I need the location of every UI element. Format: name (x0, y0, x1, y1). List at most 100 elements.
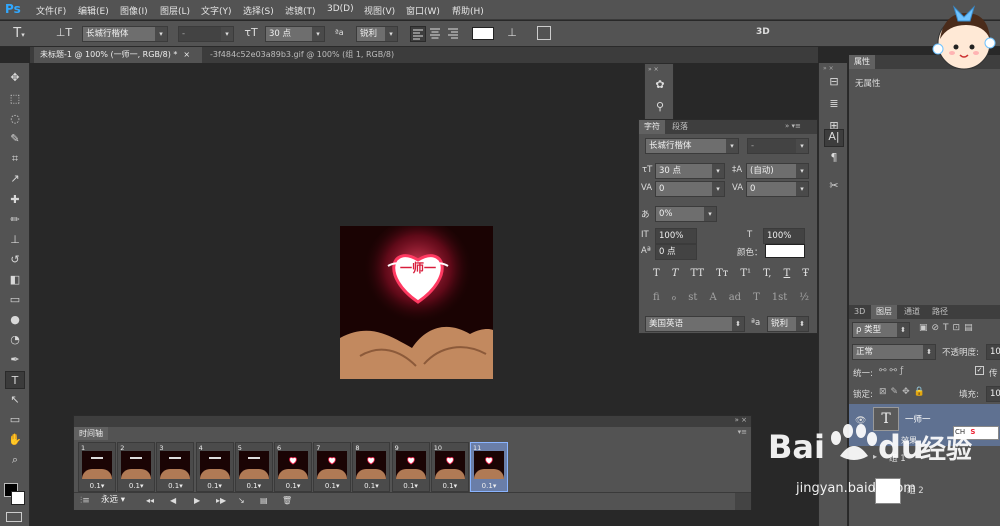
tab-paragraph[interactable]: 段落 (667, 120, 693, 134)
loop-select[interactable]: 永远 ▾ (98, 495, 136, 508)
superscript-button[interactable]: T¹ (740, 268, 751, 279)
tab-gif-document[interactable]: -3f484c52e03a89b3.gif @ 100% (组 1, RGB/8… (204, 47, 414, 75)
tab-properties[interactable]: 属性 (849, 55, 875, 69)
menu-file[interactable]: 文件(F) (36, 4, 66, 17)
font-style-select[interactable]: - ▾ (178, 26, 234, 42)
tab-channels[interactable]: 通道 (899, 305, 925, 319)
tab-character[interactable]: 字符 (639, 120, 665, 134)
timeline-frame[interactable]: 1 0.1▾ (78, 442, 116, 492)
swash-button[interactable]: st (688, 292, 697, 303)
font-size-input[interactable]: 30 点 ▾ (265, 26, 325, 42)
dock-collapse-icon[interactable]: » × (823, 65, 834, 72)
underline-button[interactable]: T (784, 268, 791, 279)
frame-delay-select[interactable]: 0.1▾ (314, 482, 350, 490)
brush-tool-icon[interactable]: ✏ (5, 211, 25, 229)
subscript-button[interactable]: T, (763, 268, 771, 279)
timeline-frame[interactable]: 8 0.1▾ (352, 442, 391, 492)
text-color-swatch[interactable] (472, 27, 494, 40)
frame-delay-select[interactable]: 0.1▾ (157, 482, 193, 490)
type-tool-preset-icon[interactable]: T▾ (6, 26, 32, 41)
timeline-frame[interactable]: 5 0.1▾ (234, 442, 273, 492)
frame-delay-select[interactable]: 0.1▾ (236, 482, 272, 490)
char-tsume-input[interactable]: 0% ▾ (655, 206, 717, 222)
character-panel-icon[interactable]: A| (824, 129, 844, 147)
char-color-swatch[interactable] (765, 244, 805, 258)
timeline-frame[interactable]: 6 0.1▾ (274, 442, 312, 492)
hand-tool-icon[interactable]: ✋ (5, 431, 25, 449)
tab-timeline[interactable]: 时间轴 (74, 427, 108, 440)
timeline-frame[interactable]: 2 0.1▾ (117, 442, 156, 492)
menu-image[interactable]: 图像(I) (120, 4, 148, 17)
unify-icons[interactable]: ⚯⚯ƒ (879, 366, 906, 376)
collapse-icon[interactable]: » × (648, 66, 659, 73)
quick-mask-icon[interactable] (6, 512, 22, 522)
menu-type[interactable]: 文字(Y) (201, 4, 232, 17)
background-color-swatch[interactable] (11, 491, 25, 505)
timeline-frame[interactable]: 11 0.1▾ (470, 442, 508, 492)
small-caps-button[interactable]: Tт (716, 268, 728, 279)
char-horizontal-scale-input[interactable]: 100% (763, 228, 805, 244)
all-caps-button[interactable]: TT (690, 268, 704, 279)
timeline-frame[interactable]: 9 0.1▾ (391, 442, 430, 492)
paragraph-panel-icon[interactable]: ¶ (824, 151, 844, 169)
align-center-icon[interactable] (428, 26, 444, 42)
crop-tool-icon[interactable]: ⌗ (5, 150, 25, 168)
delete-frame-icon[interactable]: 🗑 (282, 496, 292, 505)
zoom-tool-icon[interactable]: ⌕ (5, 451, 25, 469)
lock-icons[interactable]: ⊠✎✥🔒 (879, 387, 929, 397)
char-font-style-select[interactable]: - ▾ (747, 138, 809, 154)
tools-preset-icon[interactable]: ✂ (824, 179, 844, 197)
eyedropper-tool-icon[interactable]: ↗ (5, 170, 25, 188)
blur-tool-icon[interactable]: ● (5, 311, 25, 329)
path-selection-tool-icon[interactable]: ↖ (5, 391, 25, 409)
lasso-tool-icon[interactable]: ◌ (5, 110, 25, 128)
char-font-family-select[interactable]: 长城行楷体 ▾ (645, 138, 739, 154)
char-vertical-scale-input[interactable]: 100% (655, 228, 697, 244)
align-right-icon[interactable] (446, 26, 462, 42)
titling-button[interactable]: ad (729, 292, 741, 303)
font-family-select[interactable]: 长城行楷体 ▾ (82, 26, 168, 42)
play-icon[interactable]: ▶ (194, 496, 200, 505)
antialias-select[interactable]: 锐利 ▾ (356, 26, 398, 42)
strikethrough-button[interactable]: Ŧ (802, 268, 809, 279)
ordinals-button[interactable]: 1st (772, 292, 788, 303)
convert-timeline-icon[interactable]: ⫶≡ (80, 496, 90, 506)
char-antialias-select[interactable]: 锐利 ⬍ (767, 316, 809, 332)
pen-tool-icon[interactable]: ✒ (5, 351, 25, 369)
timeline-collapse-icon[interactable]: » × (735, 416, 747, 424)
frame-delay-select[interactable]: 0.1▾ (432, 482, 468, 490)
tab-layers[interactable]: 图层 (871, 305, 897, 319)
char-kerning-input[interactable]: 0 ▾ (655, 181, 725, 197)
previous-frame-icon[interactable]: ◀ (170, 496, 176, 505)
eraser-tool-icon[interactable]: ◧ (5, 271, 25, 289)
frame-delay-select[interactable]: 0.1▾ (275, 482, 311, 490)
language-select[interactable]: 美国英语 ⬍ (645, 316, 745, 332)
frame-delay-select[interactable]: 0.1▾ (118, 482, 154, 490)
char-baseline-input[interactable]: 0 点 (655, 244, 697, 260)
mode-3d-label[interactable]: 3D (756, 27, 770, 37)
type-tool-icon[interactable]: T (5, 371, 25, 389)
old-style-button[interactable]: ℴ (672, 292, 677, 303)
char-leading-input[interactable]: (自动) ▾ (746, 163, 809, 179)
layer-filter-select[interactable]: ρ 类型 ⬍ (852, 322, 910, 338)
ornaments-button[interactable]: T (753, 292, 760, 303)
menu-view[interactable]: 视图(V) (364, 4, 395, 17)
timeline-frame[interactable]: 3 0.1▾ (156, 442, 195, 492)
menu-edit[interactable]: 编辑(E) (78, 4, 109, 17)
menu-window[interactable]: 窗口(W) (406, 4, 440, 17)
histogram-icon[interactable]: ≣ (824, 97, 844, 115)
quick-select-tool-icon[interactable]: ✎ (5, 130, 25, 148)
dodge-tool-icon[interactable]: ◔ (5, 331, 25, 349)
timeline-frame[interactable]: 7 0.1▾ (313, 442, 352, 492)
opacity-input[interactable]: 100 (986, 344, 1000, 360)
document-canvas[interactable]: 一师一 (340, 226, 493, 379)
propagate-checkbox[interactable]: ✓ (975, 366, 984, 375)
fill-input[interactable]: 100 (986, 386, 1000, 402)
clone-stamp-tool-icon[interactable]: ⊥ (5, 231, 25, 249)
gradient-tool-icon[interactable]: ▭ (5, 291, 25, 309)
timeline-resize-handle[interactable] (735, 493, 751, 510)
tween-icon[interactable]: ↘ (238, 496, 245, 505)
close-icon[interactable]: × (183, 50, 190, 59)
healing-brush-tool-icon[interactable]: ✚ (5, 191, 25, 209)
frame-delay-select[interactable]: 0.1▾ (79, 482, 115, 490)
